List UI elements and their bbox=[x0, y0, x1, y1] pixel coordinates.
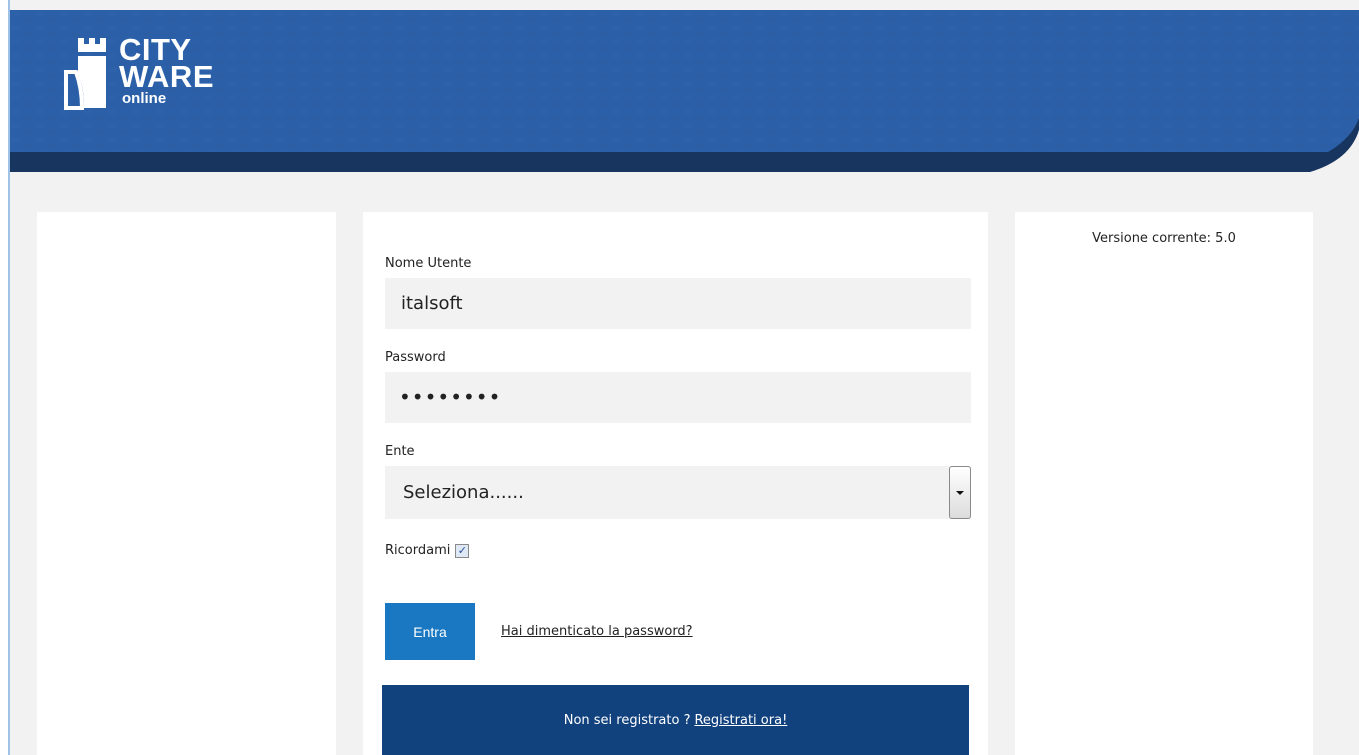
username-input[interactable]: italsoft bbox=[385, 278, 971, 329]
password-label: Password bbox=[385, 350, 446, 365]
remember-label: Ricordami bbox=[385, 543, 451, 558]
ente-select[interactable]: Seleziona...... bbox=[385, 466, 971, 519]
version-text: Versione corrente: 5.0 bbox=[1092, 231, 1236, 246]
site-header: CITY WARE online bbox=[10, 10, 1359, 172]
register-bar: Non sei registrato ? Registrati ora! bbox=[382, 685, 969, 755]
window-left-edge bbox=[0, 0, 10, 755]
ente-label: Ente bbox=[385, 444, 415, 459]
remember-checkbox[interactable]: ✓ bbox=[455, 543, 470, 558]
checkmark-icon: ✓ bbox=[457, 543, 467, 557]
username-label: Nome Utente bbox=[385, 256, 472, 271]
login-panel: Nome Utente italsoft Password •••••••• E… bbox=[363, 212, 988, 755]
password-input[interactable]: •••••••• bbox=[385, 372, 971, 423]
register-link[interactable]: Registrati ora! bbox=[694, 713, 787, 728]
register-text: Non sei registrato ? bbox=[563, 712, 691, 728]
logo-line-ware: WARE bbox=[119, 59, 214, 94]
chevron-down-icon[interactable] bbox=[949, 466, 971, 519]
enter-button[interactable]: Entra bbox=[385, 603, 475, 660]
left-panel bbox=[37, 212, 336, 755]
ente-selected-value: Seleziona...... bbox=[403, 482, 524, 503]
tower-icon bbox=[64, 38, 106, 110]
cityware-logo[interactable]: CITY WARE online bbox=[64, 34, 252, 128]
forgot-password-link[interactable]: Hai dimenticato la password? bbox=[501, 624, 693, 639]
remember-me: Ricordami ✓ bbox=[385, 543, 470, 558]
info-panel: Versione corrente: 5.0 bbox=[1015, 212, 1313, 755]
logo-text: CITY WARE online bbox=[119, 34, 214, 108]
